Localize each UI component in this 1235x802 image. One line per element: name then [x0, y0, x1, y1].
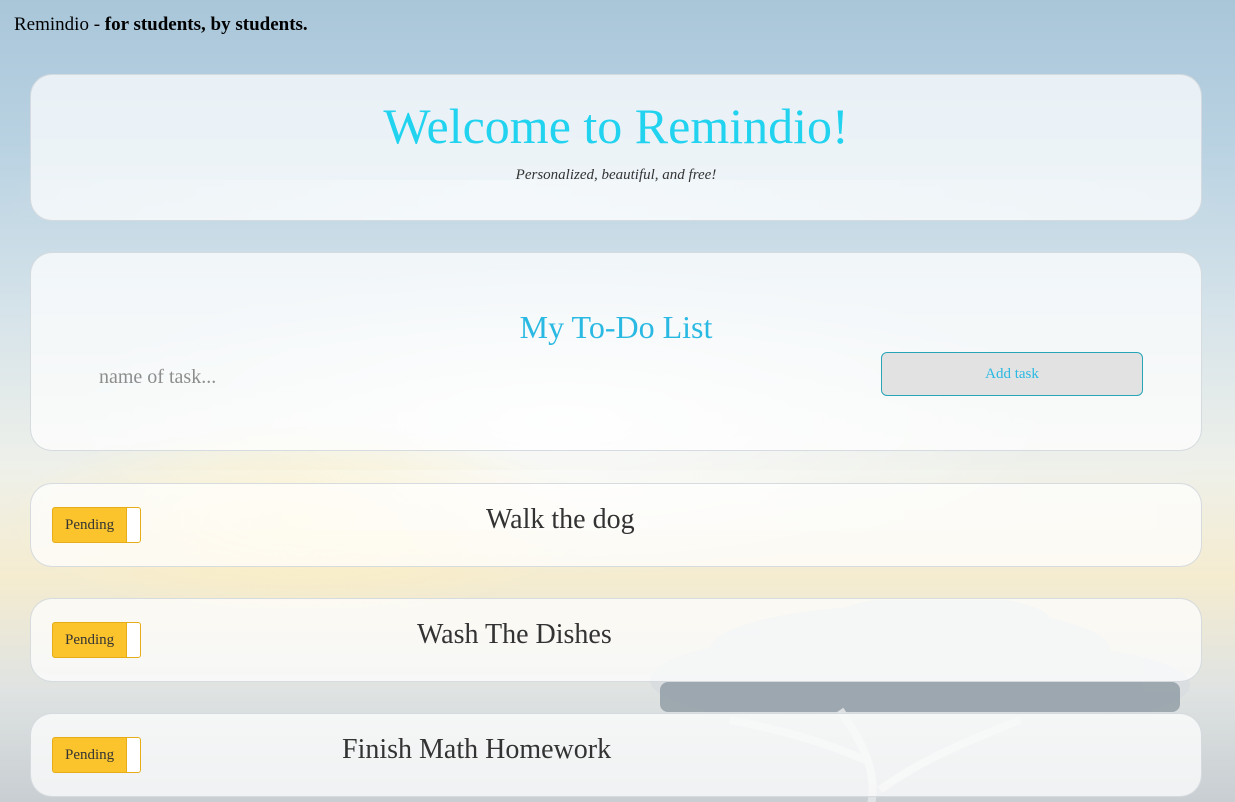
- toggle-knob: [126, 508, 140, 542]
- todo-card: My To-Do List Add task: [30, 252, 1202, 451]
- toggle-knob: [126, 738, 140, 772]
- welcome-subtitle: Personalized, beautiful, and free!: [515, 167, 717, 183]
- task-name: Finish Math Homework: [342, 734, 612, 765]
- task-name: Walk the dog: [486, 504, 635, 535]
- status-label: Pending: [65, 747, 115, 763]
- status-label: Pending: [65, 517, 115, 533]
- task-item: Pending Finish Math Homework: [30, 713, 1202, 797]
- status-toggle[interactable]: Pending: [52, 507, 141, 543]
- top-banner: Remindio - for students, by students.: [14, 14, 308, 36]
- task-name: Wash The Dishes: [417, 619, 612, 650]
- todo-title: My To-Do List: [519, 309, 713, 345]
- welcome-title: Welcome to Remindio!: [383, 98, 849, 154]
- welcome-card: Welcome to Remindio! Personalized, beaut…: [30, 74, 1202, 221]
- toggle-knob: [126, 623, 140, 657]
- task-item: Pending Wash The Dishes: [30, 598, 1202, 682]
- status-toggle[interactable]: Pending: [52, 622, 141, 658]
- task-name-input[interactable]: [97, 361, 521, 393]
- task-item: Pending Walk the dog: [30, 483, 1202, 567]
- status-label: Pending: [65, 632, 115, 648]
- add-task-button[interactable]: Add task: [881, 352, 1143, 396]
- status-toggle[interactable]: Pending: [52, 737, 141, 773]
- brand-name: Remindio -: [14, 14, 105, 35]
- brand-tagline: for students, by students.: [104, 14, 308, 35]
